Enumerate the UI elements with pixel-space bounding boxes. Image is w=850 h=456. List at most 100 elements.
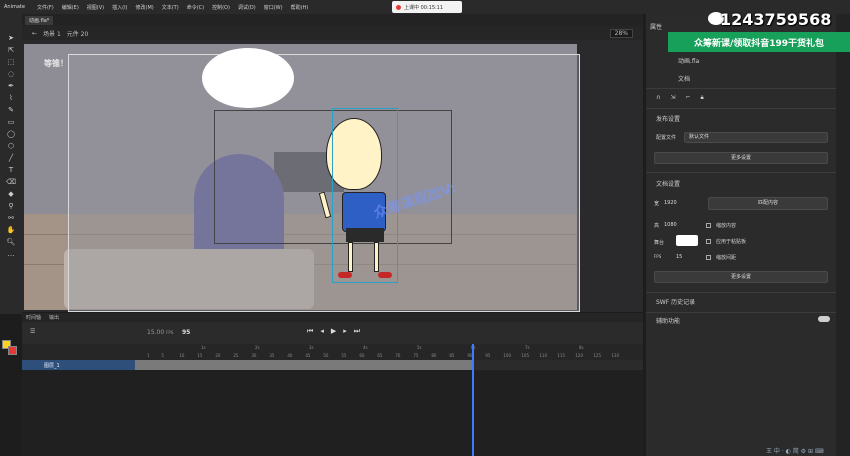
layer-empty-frames[interactable] <box>473 360 643 370</box>
fill-color-swatch[interactable] <box>8 346 17 355</box>
width-field[interactable]: 1920 <box>664 200 677 206</box>
menu-window[interactable]: 窗口(W) <box>260 4 287 11</box>
ruler-frame-number: 60 <box>359 353 365 358</box>
timeline-controls: ☰ 15.00 FPS 95 ⏮ ◂ ▶ ▸ ⏭ <box>22 322 643 344</box>
ruler-frame-number: 35 <box>269 353 275 358</box>
tab-output[interactable]: 输出 <box>49 314 59 321</box>
symbol-name[interactable]: 元件 20 <box>67 29 89 38</box>
swf-history-header[interactable]: SWF 历史记录 <box>656 297 846 306</box>
divider <box>646 292 836 293</box>
layer-frame-span[interactable] <box>135 360 473 370</box>
ruler-second-label: 4s <box>363 345 368 350</box>
transform-icon[interactable]: ⇲ <box>670 94 675 102</box>
live-status-badge: 上课中 00:15:11 <box>392 1 462 13</box>
live-status-label: 上课中 00:15:11 <box>404 4 444 11</box>
selection-tool-icon[interactable]: ➤ <box>6 34 16 43</box>
accessibility-toggle[interactable] <box>818 316 830 322</box>
apply-pasteboard-checkbox[interactable] <box>706 239 711 244</box>
crop-icon[interactable]: ⌐ <box>685 94 690 102</box>
more-settings-button[interactable]: 更多设置 <box>654 152 828 164</box>
free-transform-icon[interactable]: ⬚ <box>6 58 16 67</box>
bone-tool-icon[interactable]: ⚯ <box>6 214 16 223</box>
menu-modify[interactable]: 修改(M) <box>132 4 158 11</box>
divider <box>646 172 836 173</box>
menu-control[interactable]: 控制(O) <box>208 4 234 11</box>
zoom-field[interactable]: 28% <box>609 28 633 38</box>
ruler-frame-number: 30 <box>251 353 257 358</box>
fps-readout[interactable]: 15.00 FPS <box>147 329 173 336</box>
magnet-icon[interactable]: ∩ <box>656 94 660 102</box>
lock-icon[interactable]: 🔒︎ <box>700 94 703 102</box>
ruler-frame-number: 80 <box>431 353 437 358</box>
play-icon[interactable]: ▶ <box>331 327 336 336</box>
stage-color-label: 舞台 <box>654 240 665 246</box>
last-frame-icon[interactable]: ⏭ <box>354 327 360 336</box>
document-tabs: 动画.fla* <box>22 14 643 26</box>
config-select[interactable]: 默认文件 <box>684 132 828 143</box>
paint-bucket-icon[interactable]: ◆ <box>6 190 16 199</box>
ime-tray[interactable]: 王 中 · ◐ 简 ⚙ ⊞ ⌨ <box>766 446 824 455</box>
ruler-frame-number: 130 <box>611 353 620 358</box>
oval-tool-icon[interactable]: ◯ <box>6 130 16 139</box>
divider <box>646 88 836 89</box>
ruler-second-label: 5s <box>417 345 422 350</box>
ruler-frame-number: 115 <box>557 353 566 358</box>
ruler-frame-number: 110 <box>539 353 548 358</box>
tab-timeline[interactable]: 时间轴 <box>26 314 41 321</box>
height-label: 高 <box>654 223 660 229</box>
stage-color-swatch[interactable] <box>676 235 698 246</box>
document-tab[interactable]: 动画.fla* <box>25 15 54 25</box>
ruler-frame-number: 105 <box>521 353 530 358</box>
subselect-tool-icon[interactable]: ⇱ <box>6 46 16 55</box>
properties-panel: 属性 动画.fla 文档 ∩ ⇲ ⌐ 🔒︎ 发布设置 配置文件 默认文件 更多设… <box>646 14 836 456</box>
match-content-button[interactable]: 匹配内容 <box>708 197 828 210</box>
eraser-tool-icon[interactable]: ⌫ <box>6 178 16 187</box>
doc-settings-header[interactable]: 文档设置 <box>656 179 846 188</box>
pencil-tool-icon[interactable]: ✎ <box>6 106 16 115</box>
stage-area[interactable]: 等锥！ 众筹课程加V: <box>22 40 643 312</box>
menu-insert[interactable]: 插入(I) <box>108 4 131 11</box>
pen-tool-icon[interactable]: ✒ <box>6 82 16 91</box>
ruler-second-label: 1s <box>201 345 206 350</box>
current-frame-readout[interactable]: 95 <box>182 329 190 336</box>
divider <box>646 312 836 313</box>
line-tool-icon[interactable]: ╱ <box>6 154 16 163</box>
playback-controls: ⏮ ◂ ▶ ▸ ⏭ <box>307 327 360 336</box>
lasso-tool-icon[interactable]: ◌ <box>6 70 16 79</box>
menu-debug[interactable]: 调试(D) <box>234 4 260 11</box>
brush-tool-icon[interactable]: ⌇ <box>6 94 16 103</box>
menu-help[interactable]: 帮助(H) <box>287 4 313 11</box>
hand-tool-icon[interactable]: ✋ <box>6 226 16 235</box>
menu-edit[interactable]: 编辑(E) <box>58 4 83 11</box>
scale-content-checkbox[interactable] <box>706 223 711 228</box>
ruler-frame-number: 10 <box>179 353 185 358</box>
eyedropper-icon[interactable]: ⚲ <box>6 202 16 211</box>
menu-command[interactable]: 命令(C) <box>183 4 208 11</box>
playhead[interactable] <box>472 344 474 456</box>
speech-bubble[interactable] <box>202 48 294 108</box>
fps-field[interactable]: 15 <box>676 254 682 260</box>
prev-frame-icon[interactable]: ◂ <box>320 327 324 336</box>
back-icon[interactable]: ← <box>32 30 37 37</box>
menu-view[interactable]: 视图(V) <box>83 4 108 11</box>
publish-section-header[interactable]: 发布设置 <box>656 114 846 123</box>
menu-text[interactable]: 文本(T) <box>158 4 183 11</box>
height-field[interactable]: 1080 <box>664 222 677 228</box>
menu-file[interactable]: 文件(F) <box>33 4 58 11</box>
first-frame-icon[interactable]: ⏮ <box>307 327 313 336</box>
timeline-ruler[interactable]: 1 5 10 15 20 25 30 35 40 45 50 55 60 65 70 75 80 85 90 95 10… <box>22 344 643 360</box>
ruler-frame-number: 70 <box>395 353 401 358</box>
zoom-tool-icon[interactable]: 🔍︎ <box>6 238 16 247</box>
more-tools-icon[interactable]: … <box>6 250 16 259</box>
app-window: Animate 文件(F) 编辑(E) 视图(V) 插入(I) 修改(M) 文本… <box>0 0 850 456</box>
more-settings-button-2[interactable]: 更多设置 <box>654 271 828 283</box>
text-tool-icon[interactable]: T <box>6 166 16 175</box>
layer-name: 图层_1 <box>44 362 60 369</box>
next-frame-icon[interactable]: ▸ <box>343 327 347 336</box>
polystar-tool-icon[interactable]: ⬡ <box>6 142 16 151</box>
rectangle-tool-icon[interactable]: ▭ <box>6 118 16 127</box>
layers-icon[interactable]: ☰ <box>30 328 35 335</box>
scene-name[interactable]: 场景 1 <box>43 29 61 38</box>
layer-row[interactable]: 图层_1 <box>22 360 135 370</box>
scale-spans-checkbox[interactable] <box>706 255 711 260</box>
